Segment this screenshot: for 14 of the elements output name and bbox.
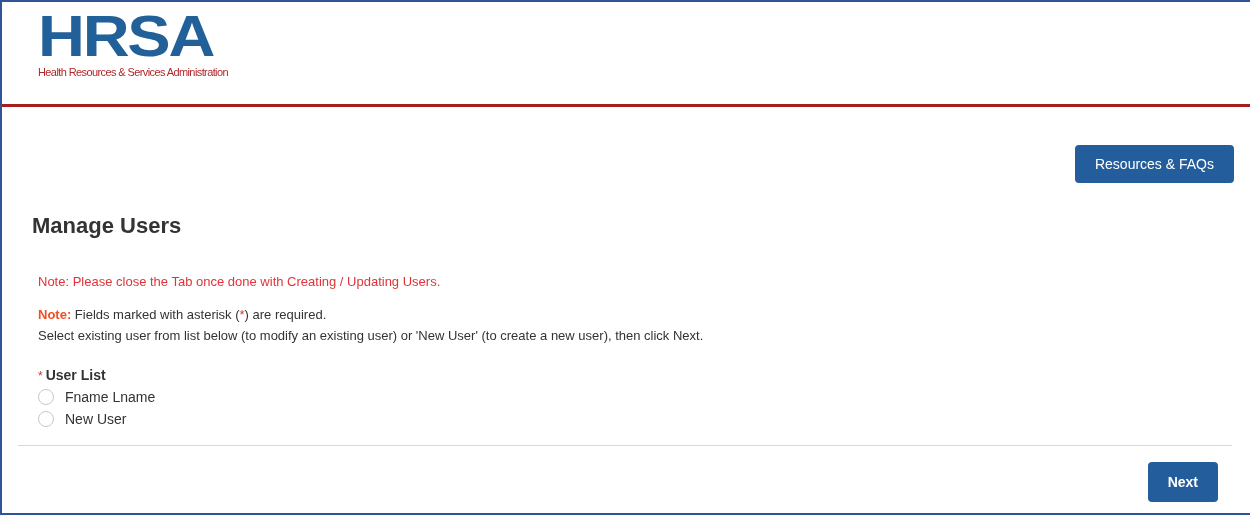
logo: HRSA	[38, 12, 215, 60]
instructions: Select existing user from list below (to modify an existing user) or 'New User' (to create a new user), then click Next.	[38, 328, 705, 343]
resources-button[interactable]: Resources & FAQs	[1074, 145, 1234, 183]
radio-label[interactable]: Fname Lname	[65, 389, 156, 405]
required-mark: *	[38, 369, 43, 383]
tab-note: Note: Please close the Tab once done with Creating / Updating Users.	[38, 274, 442, 289]
radio-button[interactable]	[38, 411, 54, 427]
radio-button[interactable]	[38, 389, 54, 405]
radio-label[interactable]: New User	[65, 411, 127, 427]
page-title: Manage Users	[32, 213, 183, 239]
logo-subtitle: Health Resources & Services Administration	[38, 66, 228, 78]
field-label: User List	[45, 367, 106, 383]
next-button[interactable]: Next	[1147, 462, 1218, 502]
required-note: Note: Fields marked with asterisk (*) are required.	[38, 307, 328, 322]
